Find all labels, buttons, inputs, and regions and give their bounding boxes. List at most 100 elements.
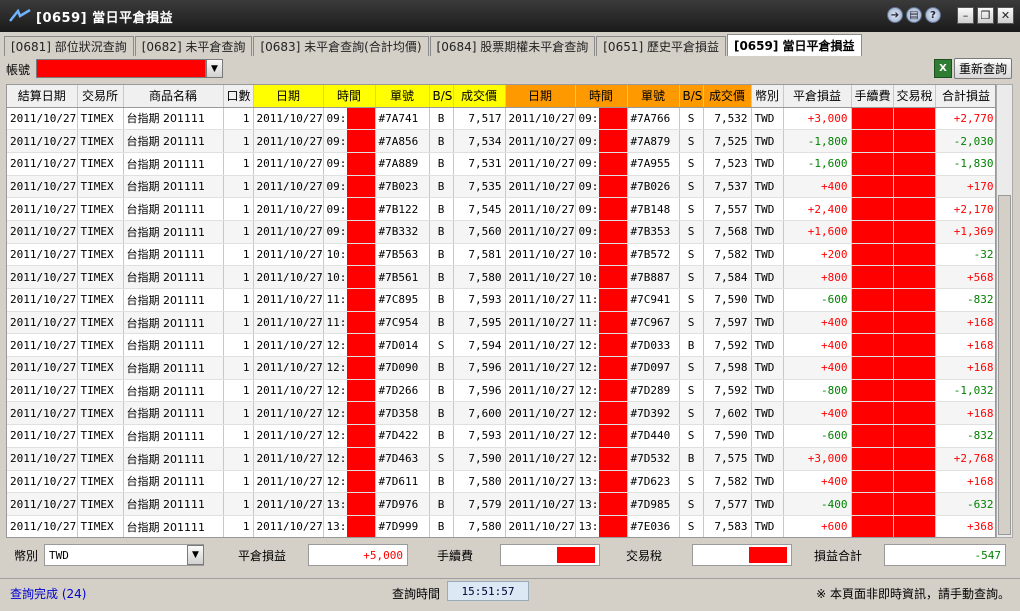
table-row[interactable]: 2011/10/27 TIMEX 台指期 201111 1 2011/10/27 12: #… bbox=[7, 470, 995, 494]
table-cell: TWD bbox=[751, 265, 784, 289]
table-cell: #7D623 bbox=[627, 470, 680, 494]
table-cell: TWD bbox=[751, 311, 784, 335]
column-header[interactable]: 時間 bbox=[575, 85, 628, 108]
table-cell bbox=[851, 333, 894, 358]
column-header[interactable]: 交易所 bbox=[77, 85, 124, 108]
table-cell: 2011/10/27 bbox=[253, 175, 324, 199]
tab-0682[interactable]: [0682] 未平倉查詢 bbox=[134, 36, 253, 56]
column-header[interactable]: 結算日期 bbox=[7, 85, 78, 108]
close-button[interactable]: ✕ bbox=[997, 7, 1014, 24]
column-header[interactable]: 平倉損益 bbox=[783, 85, 852, 108]
print-icon[interactable]: ▤ bbox=[906, 7, 922, 23]
tab-0683[interactable]: [0683] 未平倉查詢(合計均價) bbox=[253, 36, 429, 56]
table-cell: #7D422 bbox=[375, 424, 430, 448]
table-row[interactable]: 2011/10/27 TIMEX 台指期 201111 1 2011/10/27 12: #… bbox=[7, 447, 995, 471]
chevron-down-icon[interactable]: ▼ bbox=[187, 545, 204, 565]
table-cell: 2011/10/27 bbox=[7, 333, 78, 358]
pnl-label: 平倉損益 bbox=[238, 549, 287, 563]
table-cell: S bbox=[679, 288, 704, 312]
column-header[interactable]: 單號 bbox=[375, 85, 430, 108]
forward-icon[interactable]: ➔ bbox=[887, 7, 903, 23]
table-row[interactable]: 2011/10/27 TIMEX 台指期 201111 1 2011/10/27 09: #… bbox=[7, 129, 995, 153]
table-cell bbox=[893, 152, 936, 176]
column-header[interactable]: B/S bbox=[679, 85, 704, 108]
redacted-mask bbox=[346, 447, 374, 470]
table-row[interactable]: 2011/10/27 TIMEX 台指期 201111 1 2011/10/27 11: #… bbox=[7, 311, 995, 335]
table-cell: 2011/10/27 bbox=[253, 424, 324, 448]
column-header[interactable]: 商品名稱 bbox=[123, 85, 224, 108]
table-cell: 12: bbox=[575, 333, 628, 358]
column-header[interactable]: 單號 bbox=[627, 85, 680, 108]
column-header[interactable]: 日期 bbox=[253, 85, 324, 108]
column-header[interactable]: 手續費 bbox=[851, 85, 894, 108]
table-row[interactable]: 2011/10/27 TIMEX 台指期 201111 1 2011/10/27 12: #… bbox=[7, 401, 995, 426]
table-row[interactable]: 2011/10/27 TIMEX 台指期 201111 1 2011/10/27 10: #… bbox=[7, 265, 995, 289]
table-cell: +800 bbox=[783, 265, 852, 289]
redacted-mask bbox=[598, 425, 626, 447]
table-cell: B bbox=[429, 356, 454, 380]
table-cell: 1 bbox=[223, 333, 254, 358]
chevron-down-icon[interactable]: ▼ bbox=[206, 59, 223, 78]
table-cell: 7,584 bbox=[703, 265, 752, 289]
table-row[interactable]: 2011/10/27 TIMEX 台指期 201111 1 2011/10/27 10: #… bbox=[7, 243, 995, 267]
table-row[interactable]: 2011/10/27 TIMEX 台指期 201111 1 2011/10/27 09: #… bbox=[7, 152, 995, 176]
table-cell: 1 bbox=[223, 152, 254, 176]
table-cell: -800 bbox=[783, 379, 852, 403]
table-cell: 7,581 bbox=[453, 243, 506, 267]
excel-export-icon[interactable]: X bbox=[934, 59, 952, 78]
column-header[interactable]: 成交價 bbox=[453, 85, 506, 108]
table-cell bbox=[893, 356, 936, 380]
table-cell bbox=[851, 401, 894, 426]
table-row[interactable]: 2011/10/27 TIMEX 台指期 201111 1 2011/10/27 09: #… bbox=[7, 107, 995, 131]
refresh-button[interactable]: 重新查詢 bbox=[954, 58, 1012, 79]
table-cell: -2,030 bbox=[935, 129, 995, 153]
table-cell: 12: bbox=[575, 424, 628, 448]
column-header[interactable]: 日期 bbox=[505, 85, 576, 108]
table-row[interactable]: 2011/10/27 TIMEX 台指期 201111 1 2011/10/27 12: #… bbox=[7, 333, 995, 358]
table-row[interactable]: 2011/10/27 TIMEX 台指期 201111 1 2011/10/27 12: #… bbox=[7, 424, 995, 448]
table-cell: +168 bbox=[935, 401, 995, 426]
table-cell: TIMEX bbox=[77, 220, 124, 244]
help-icon[interactable]: ? bbox=[925, 7, 941, 23]
tab-0651[interactable]: [0651] 歷史平倉損益 bbox=[596, 36, 726, 56]
vertical-scrollbar[interactable] bbox=[996, 84, 1013, 538]
table-cell: 台指期 201111 bbox=[123, 288, 224, 312]
table-cell: 7,590 bbox=[703, 288, 752, 312]
table-cell: S bbox=[679, 515, 704, 537]
column-header[interactable]: 幣別 bbox=[751, 85, 784, 108]
tax-value bbox=[692, 544, 792, 566]
minimize-button[interactable]: – bbox=[957, 7, 974, 24]
column-header[interactable]: 交易稅 bbox=[893, 85, 936, 108]
table-row[interactable]: 2011/10/27 TIMEX 台指期 201111 1 2011/10/27 12: #… bbox=[7, 379, 995, 403]
column-header[interactable]: 時間 bbox=[323, 85, 376, 108]
table-cell: TIMEX bbox=[77, 379, 124, 403]
table-cell: -32 bbox=[935, 243, 995, 267]
tab-0684[interactable]: [0684] 股票期權未平倉查詢 bbox=[429, 36, 596, 56]
column-header[interactable]: 合計損益 bbox=[935, 85, 995, 108]
tab-0681[interactable]: [0681] 部位狀況查詢 bbox=[4, 36, 134, 56]
restore-button[interactable]: ❐ bbox=[977, 7, 994, 24]
table-row[interactable]: 2011/10/27 TIMEX 台指期 201111 1 2011/10/27 12: #… bbox=[7, 356, 995, 380]
table-row[interactable]: 2011/10/27 TIMEX 台指期 201111 1 2011/10/27 11: #… bbox=[7, 288, 995, 312]
table-cell: 2011/10/27 bbox=[253, 220, 324, 244]
table-cell: S bbox=[429, 333, 454, 358]
column-header[interactable]: 成交價 bbox=[703, 85, 752, 108]
table-cell: 11: bbox=[323, 311, 376, 335]
account-select[interactable] bbox=[36, 59, 206, 78]
table-row[interactable]: 2011/10/27 TIMEX 台指期 201111 1 2011/10/27 13: #… bbox=[7, 492, 995, 516]
table-row[interactable]: 2011/10/27 TIMEX 台指期 201111 1 2011/10/27 13: #… bbox=[7, 515, 995, 537]
table-row[interactable]: 2011/10/27 TIMEX 台指期 201111 1 2011/10/27 09: #… bbox=[7, 220, 995, 244]
table-cell: TWD bbox=[751, 333, 784, 358]
currency-select[interactable]: TWD bbox=[44, 544, 204, 566]
table-cell: 2011/10/27 bbox=[253, 197, 324, 221]
table-cell: B bbox=[429, 107, 454, 131]
table-cell: 1 bbox=[223, 107, 254, 131]
redacted-mask bbox=[598, 334, 626, 356]
table-row[interactable]: 2011/10/27 TIMEX 台指期 201111 1 2011/10/27 09: #… bbox=[7, 175, 995, 199]
column-header[interactable]: 口數 bbox=[223, 85, 254, 108]
tab-0659[interactable]: [0659] 當日平倉損益 bbox=[726, 34, 862, 56]
status-bar: 查詢完成 (24) 查詢時間 15:51:57 ※ 本頁面非即時資訊，請手動查詢… bbox=[0, 578, 1020, 604]
scrollbar-thumb[interactable] bbox=[998, 195, 1011, 535]
column-header[interactable]: B/S bbox=[429, 85, 454, 108]
table-row[interactable]: 2011/10/27 TIMEX 台指期 201111 1 2011/10/27 09: #… bbox=[7, 197, 995, 221]
